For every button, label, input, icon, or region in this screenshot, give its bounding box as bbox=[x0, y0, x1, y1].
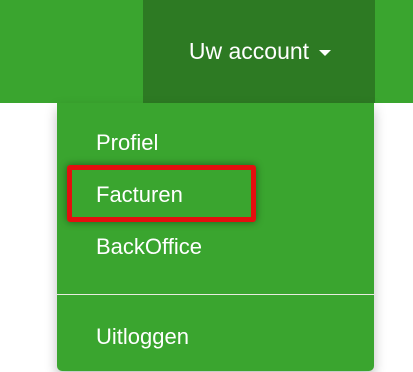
menu-item-uitloggen[interactable]: Uitloggen bbox=[96, 322, 189, 352]
menu-item-facturen[interactable]: Facturen bbox=[96, 180, 183, 210]
page: Uw account Profiel Facturen BackOffice U… bbox=[0, 0, 413, 372]
account-dropdown-menu: Profiel Facturen BackOffice Uitloggen bbox=[57, 103, 374, 371]
top-navbar: Uw account bbox=[0, 0, 413, 103]
menu-item-profiel[interactable]: Profiel bbox=[96, 128, 158, 158]
account-dropdown-toggle[interactable]: Uw account bbox=[143, 0, 375, 103]
menu-divider bbox=[57, 294, 374, 295]
caret-down-icon bbox=[319, 49, 332, 56]
menu-item-backoffice[interactable]: BackOffice bbox=[96, 232, 202, 262]
account-label: Uw account bbox=[188, 38, 310, 64]
